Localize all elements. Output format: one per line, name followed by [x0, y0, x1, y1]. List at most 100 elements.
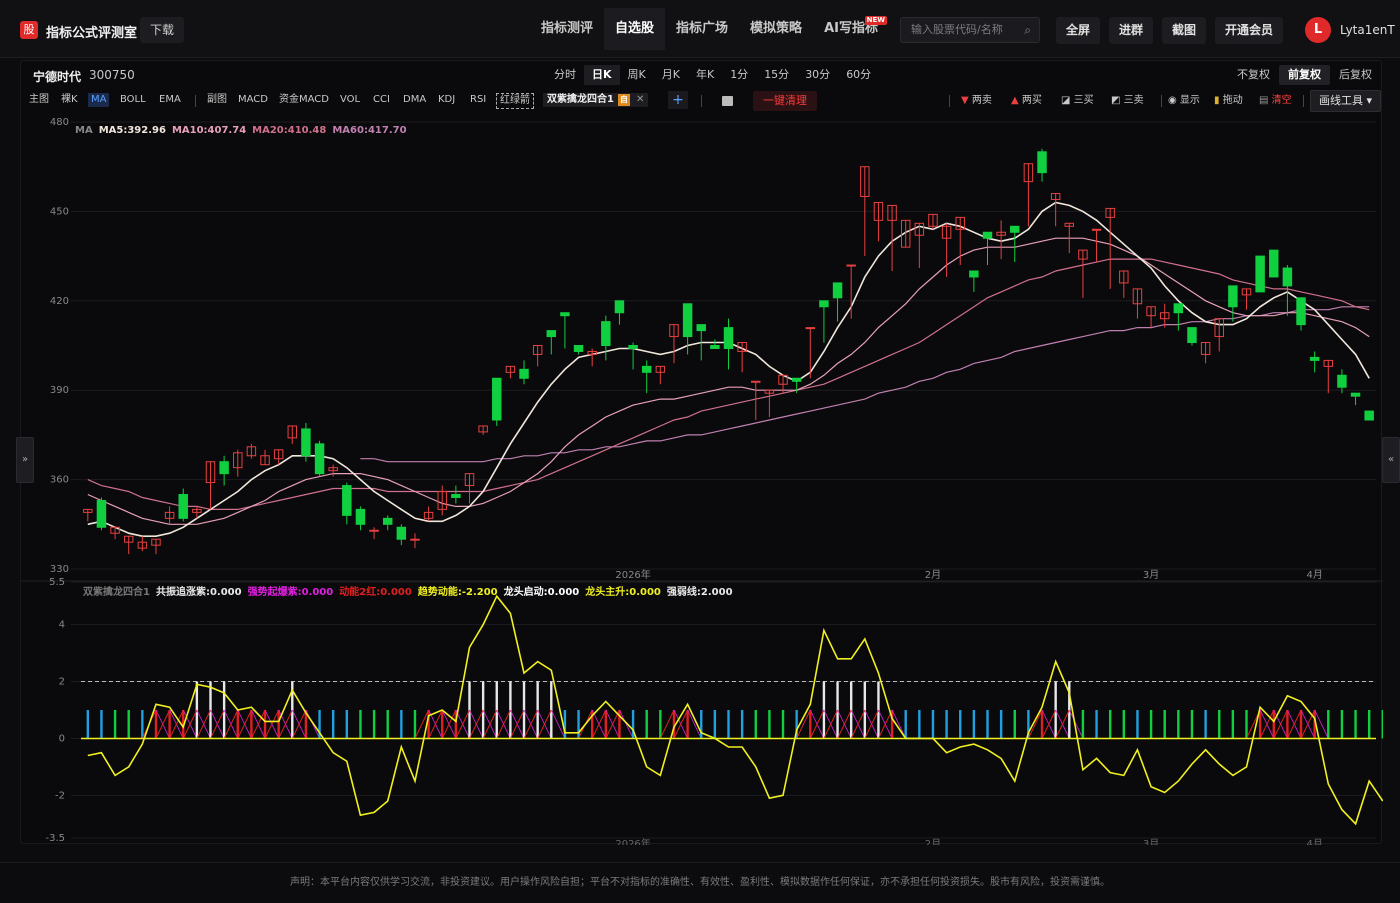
candle-body — [791, 377, 802, 382]
x-tick-label: 3月 — [1143, 838, 1159, 845]
sub-legend-item: 动能2红:0.000 — [339, 587, 412, 598]
y-tick-label: 5.5 — [49, 577, 65, 588]
candle-body — [396, 526, 407, 540]
candle-body — [805, 327, 816, 330]
nav-item-label: 模拟策略 — [750, 21, 803, 36]
candle-body — [382, 517, 393, 525]
candle-body — [601, 321, 611, 347]
sub-legend-item: 龙头主升:0.000 — [585, 587, 661, 598]
candle-body — [301, 428, 311, 457]
candle-body — [1173, 303, 1184, 314]
nav-item[interactable]: 指标广场 — [665, 8, 739, 50]
candle-body — [560, 312, 570, 317]
nav-item-label: 指标广场 — [676, 21, 729, 36]
signal-zigzag — [687, 709, 702, 739]
candle-body — [1037, 151, 1047, 174]
y-tick-label: 390 — [50, 385, 69, 396]
candle-body — [969, 270, 979, 278]
candle-body — [410, 538, 420, 541]
candle-body — [1228, 285, 1238, 308]
y-tick-label: 450 — [50, 206, 69, 217]
y-tick-label: 330 — [50, 564, 69, 575]
candle-body — [1309, 356, 1320, 361]
ma5-line — [87, 201, 1370, 537]
signal-zigzag — [305, 709, 320, 739]
candle-body — [1255, 255, 1265, 293]
y-tick-label: 480 — [50, 117, 69, 128]
candle-body — [178, 494, 188, 519]
candle-body — [1269, 249, 1279, 278]
nav-item[interactable]: 自选股 — [604, 8, 666, 50]
search-icon[interactable]: ⌕ — [1024, 18, 1031, 42]
candle-body — [355, 508, 366, 525]
nav-item[interactable]: AI写指标 NEW — [813, 8, 889, 50]
download-button[interactable]: 下载 — [140, 17, 185, 43]
candle-body — [314, 443, 325, 475]
candle-body — [614, 300, 625, 314]
sub-legend-item: 趋势动能:-2.200 — [417, 587, 498, 598]
nav-item-label: 指标测评 — [541, 21, 594, 36]
candle-body — [696, 324, 706, 332]
y-tick-label: 0 — [59, 733, 65, 744]
nav-item[interactable]: 模拟策略 — [739, 8, 813, 50]
sub-legend-item: 强弱线:2.000 — [666, 587, 733, 598]
username[interactable]: Lyta1enT — [1340, 23, 1395, 37]
candle-body — [369, 529, 379, 532]
stock-search-input[interactable]: 输入股票代码/名称 ⌕ — [900, 17, 1040, 43]
candle-body — [1296, 297, 1306, 326]
ma-legend: MA MA5:392.96 MA10:407.74 MA20:410.48 MA60:4… — [75, 124, 413, 138]
candle-body — [96, 499, 107, 528]
search-placeholder: 输入股票代码/名称 — [911, 23, 1003, 36]
candle-body — [1364, 410, 1374, 421]
join-group-button[interactable]: 进群 — [1109, 17, 1154, 44]
y-tick-label: 2 — [59, 677, 65, 688]
candle-body — [219, 461, 229, 475]
y-tick-label: 360 — [50, 475, 69, 486]
ma-legend-item: MA20:410.48 — [252, 125, 327, 136]
candle-body — [723, 327, 734, 349]
top-bar: 股 指标公式评测室 下载 指标测评 自选股 指标广场 模拟策略 AI写指标 NEW 输入股… — [0, 0, 1400, 58]
avatar[interactable]: L — [1305, 17, 1331, 43]
candle-body — [1282, 267, 1293, 287]
fullscreen-button[interactable]: 全屏 — [1056, 17, 1101, 44]
disclaimer: 声明：本平台内容仅供学习交流，非投资建议。用户操作风险自担；平台不对指标的准确性… — [0, 862, 1400, 900]
ma-legend-item: MA5:392.96 — [98, 125, 166, 136]
ma10-line — [87, 237, 1370, 525]
nav-item[interactable]: 指标测评 — [530, 8, 604, 50]
ma20-line — [87, 258, 1370, 510]
screenshot-button[interactable]: 截图 — [1162, 17, 1207, 44]
right-expand-tab[interactable]: « — [1382, 437, 1400, 483]
candle-body — [1091, 228, 1102, 231]
signal-zigzag — [619, 709, 634, 739]
kline-chart[interactable]: 4804504203903603302026年2026年2月2月3月3月4月4月… — [21, 61, 1383, 845]
candle-body — [492, 377, 502, 421]
sub-legend-item: 共振追涨紫:0.000 — [155, 587, 242, 598]
y-tick-label: -3.5 — [45, 833, 65, 844]
candle-body — [628, 345, 638, 349]
candle-body — [1337, 374, 1347, 388]
app-title: 指标公式评测室 — [46, 26, 138, 41]
candle-body — [451, 494, 461, 498]
app-logo-icon: 股 — [20, 21, 38, 39]
candle-body — [832, 282, 843, 299]
x-tick-label: 2月 — [925, 569, 941, 581]
candle-body — [1187, 327, 1197, 344]
sub-legend-item: 强势起爆紫:0.000 — [247, 587, 334, 598]
open-vip-button[interactable]: 开通会员 — [1215, 17, 1284, 44]
candle-body — [1350, 392, 1361, 397]
candle-body — [546, 330, 557, 338]
sub-legend-title: 双紫擒龙四合1 — [83, 587, 150, 598]
nav-item-label: 自选股 — [615, 21, 655, 36]
candle-body — [819, 300, 829, 308]
y-tick-label: 420 — [50, 296, 69, 307]
main-nav: 指标测评 自选股 指标广场 模拟策略 AI写指标 NEW — [530, 8, 889, 50]
candle-body — [342, 485, 352, 516]
new-badge: NEW — [864, 16, 887, 25]
ma-legend-item: MA60:417.70 — [332, 125, 407, 136]
y-tick-label: 4 — [59, 620, 65, 631]
candle-body — [982, 231, 993, 239]
left-expand-tab[interactable]: » — [16, 437, 34, 483]
candle-body — [846, 264, 856, 267]
candle-body — [1010, 225, 1020, 233]
x-tick-label: 2026年 — [615, 568, 650, 581]
